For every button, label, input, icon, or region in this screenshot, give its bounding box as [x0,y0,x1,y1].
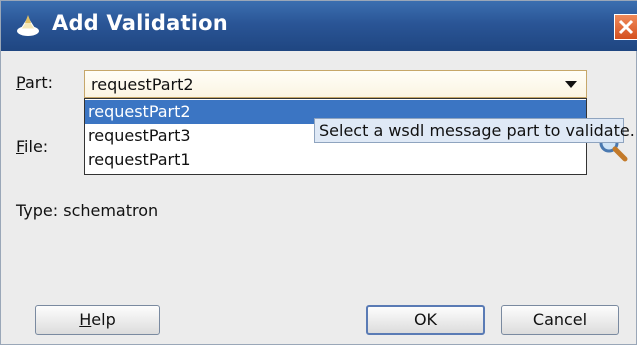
feather-icon [17,15,39,36]
part-select-value: requestPart2 [91,75,194,94]
help-button[interactable]: Help [35,305,160,335]
add-validation-dialog: Add Validation Part: requestPart2 File: … [0,0,637,345]
close-button[interactable] [614,14,637,40]
ok-button[interactable]: OK [366,305,485,335]
part-label: Part: [16,73,53,92]
type-text: Type: schematron [16,201,159,220]
part-option-3[interactable]: requestPart1 [85,148,586,172]
chevron-down-icon[interactable] [565,81,577,88]
title-bar[interactable]: Add Validation [1,1,637,51]
close-icon [618,19,634,35]
dialog-title: Add Validation [52,11,228,35]
file-label: File: [16,137,49,156]
part-select[interactable]: requestPart2 [84,70,587,98]
cancel-button[interactable]: Cancel [501,305,619,335]
tooltip: Select a wsdl message part to validate. [314,118,635,143]
